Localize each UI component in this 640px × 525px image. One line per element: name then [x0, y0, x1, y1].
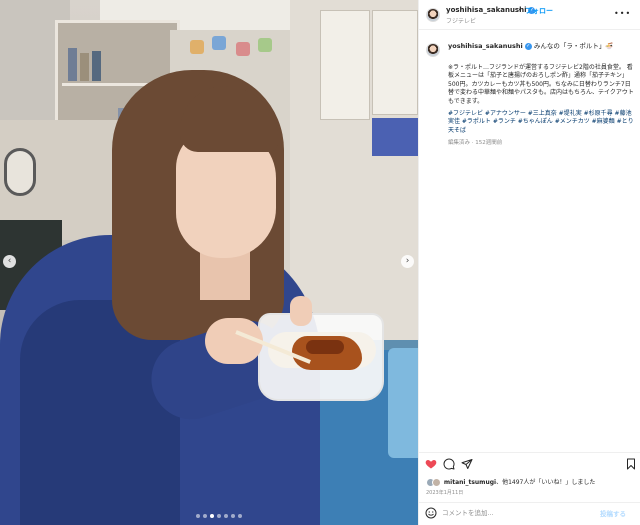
caption-headline: みんなの「ラ・ポルト」🍜 — [533, 42, 614, 50]
background-clock — [4, 148, 36, 196]
share-icon[interactable] — [461, 458, 473, 470]
bookmark-icon[interactable] — [625, 458, 637, 470]
background-poster-blue — [372, 118, 418, 156]
carousel-dot-active — [210, 514, 214, 518]
carousel-dot — [231, 514, 235, 518]
carousel-dot — [224, 514, 228, 518]
verified-badge-icon: ✓ — [524, 42, 532, 50]
comment-icon[interactable] — [443, 458, 455, 470]
caption-hashtags[interactable]: #フジテレビ #アナウンサー #三上真奈 #堤礼実 #杉原千尋 #藤池実佳 #ラ… — [448, 110, 634, 135]
separator-dot: • — [518, 6, 523, 14]
food-sauce — [306, 340, 344, 354]
carousel-prev-button[interactable]: ‹ — [3, 255, 16, 268]
post-caption: yoshihisa_sakanushi ✓ みんなの「ラ・ポルト」🍜 ※ラ・ポルト… — [448, 40, 634, 146]
author-avatar[interactable] — [426, 8, 440, 22]
post-comment-button[interactable]: 投稿する — [600, 508, 626, 518]
background-bin — [388, 348, 418, 458]
background-poster — [320, 10, 370, 120]
heart-icon-filled[interactable] — [425, 458, 437, 470]
caption-username[interactable]: yoshihisa_sakanushi — [448, 42, 523, 50]
emoji-icon[interactable] — [425, 507, 437, 519]
post-photo[interactable]: ‹ › — [0, 0, 418, 525]
caption-author-avatar[interactable] — [426, 43, 440, 57]
post-date[interactable]: 2023年1月11日 — [426, 489, 463, 496]
comment-input[interactable] — [442, 507, 592, 519]
liker-username[interactable]: mitani_tsumugi — [444, 479, 496, 486]
likes-summary[interactable]: mitani_tsumugi、他1497人が「いいね！」しました — [426, 477, 595, 487]
liker-avatar — [432, 478, 441, 487]
more-options-icon[interactable]: ••• — [614, 9, 631, 18]
likes-text: 、他1497人が「いいね！」しました — [496, 479, 596, 486]
caption-edited-note: 編集済み · 152週間前 — [448, 140, 503, 147]
carousel-dot — [203, 514, 207, 518]
background-poster — [372, 10, 418, 115]
caption-body: ※ラ・ポルト…フジランドが運営するフジテレビ2階の社員食堂。 看板メニューは「茄… — [448, 64, 634, 105]
carousel-dot — [217, 514, 221, 518]
carousel-next-button[interactable]: › — [401, 255, 414, 268]
post-location[interactable]: フジテレビ — [446, 16, 476, 25]
follow-button[interactable]: フォロー — [525, 6, 553, 16]
carousel-indicator — [196, 514, 242, 518]
person-hand-left — [290, 296, 312, 326]
caption-header: yoshihisa_sakanushi ✓ みんなの「ラ・ポルト」🍜 — [448, 40, 634, 50]
carousel-dot — [238, 514, 242, 518]
carousel-dot — [196, 514, 200, 518]
